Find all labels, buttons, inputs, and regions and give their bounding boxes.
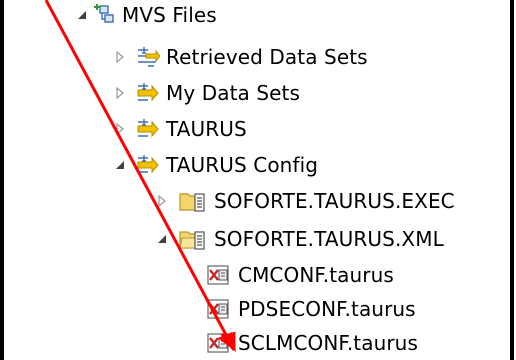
filter-icon bbox=[134, 80, 160, 106]
member-file-icon bbox=[206, 296, 232, 322]
tree-item-label: MVS Files bbox=[122, 3, 217, 27]
remote-systems-tree-view: MVS Files Retrieved Data Sets My Data Se… bbox=[0, 0, 516, 360]
collapsed-twisty-icon[interactable] bbox=[114, 123, 126, 135]
tree-item-pdseconf-taurus[interactable]: PDSECONF.taurus bbox=[206, 292, 506, 326]
tree-item-label: SOFORTE.TAURUS.XML bbox=[214, 227, 444, 251]
tree-item-label: Retrieved Data Sets bbox=[166, 45, 368, 69]
collapsed-twisty-icon[interactable] bbox=[114, 51, 126, 63]
tree-item-label: CMCONF.taurus bbox=[238, 263, 394, 287]
filter-icon bbox=[134, 152, 160, 178]
open-dataset-folder-icon bbox=[178, 226, 205, 252]
member-file-icon bbox=[206, 330, 232, 356]
tree-item-label: My Data Sets bbox=[166, 81, 301, 105]
filter-icon bbox=[134, 44, 161, 70]
tree-item-sclmconf-taurus[interactable]: SCLMCONF.taurus bbox=[206, 326, 506, 360]
member-file-icon bbox=[206, 262, 232, 288]
collapsed-twisty-icon[interactable] bbox=[114, 87, 126, 99]
tree-item-label: TAURUS bbox=[166, 117, 247, 141]
tree-item-my-data-sets[interactable]: My Data Sets bbox=[114, 76, 494, 110]
mvs-files-icon bbox=[92, 2, 118, 28]
tree-item-soforte-taurus-exec[interactable]: SOFORTE.TAURUS.EXEC bbox=[156, 184, 506, 218]
expanded-twisty-icon[interactable] bbox=[156, 233, 168, 245]
tree-item-cmconf-taurus[interactable]: CMCONF.taurus bbox=[206, 258, 506, 292]
expanded-twisty-icon[interactable] bbox=[76, 9, 88, 21]
view-border-right bbox=[510, 0, 514, 360]
filter-icon bbox=[134, 116, 160, 142]
collapsed-twisty-icon[interactable] bbox=[156, 195, 168, 207]
tree-item-mvs-files[interactable]: MVS Files bbox=[76, 0, 476, 32]
tree-item-label: TAURUS Config bbox=[166, 153, 319, 177]
dataset-folder-icon bbox=[178, 188, 205, 214]
tree-item-taurus-config[interactable]: TAURUS Config bbox=[114, 148, 494, 182]
expanded-twisty-icon[interactable] bbox=[114, 159, 126, 171]
tree-item-taurus[interactable]: TAURUS bbox=[114, 112, 494, 146]
tree-item-label: PDSECONF.taurus bbox=[238, 297, 416, 321]
tree-item-label: SCLMCONF.taurus bbox=[238, 331, 418, 355]
view-border-left bbox=[0, 0, 4, 360]
tree-item-label: SOFORTE.TAURUS.EXEC bbox=[214, 189, 455, 213]
tree-item-soforte-taurus-xml[interactable]: SOFORTE.TAURUS.XML bbox=[156, 222, 506, 256]
tree-item-retrieved-data-sets[interactable]: Retrieved Data Sets bbox=[114, 40, 494, 74]
